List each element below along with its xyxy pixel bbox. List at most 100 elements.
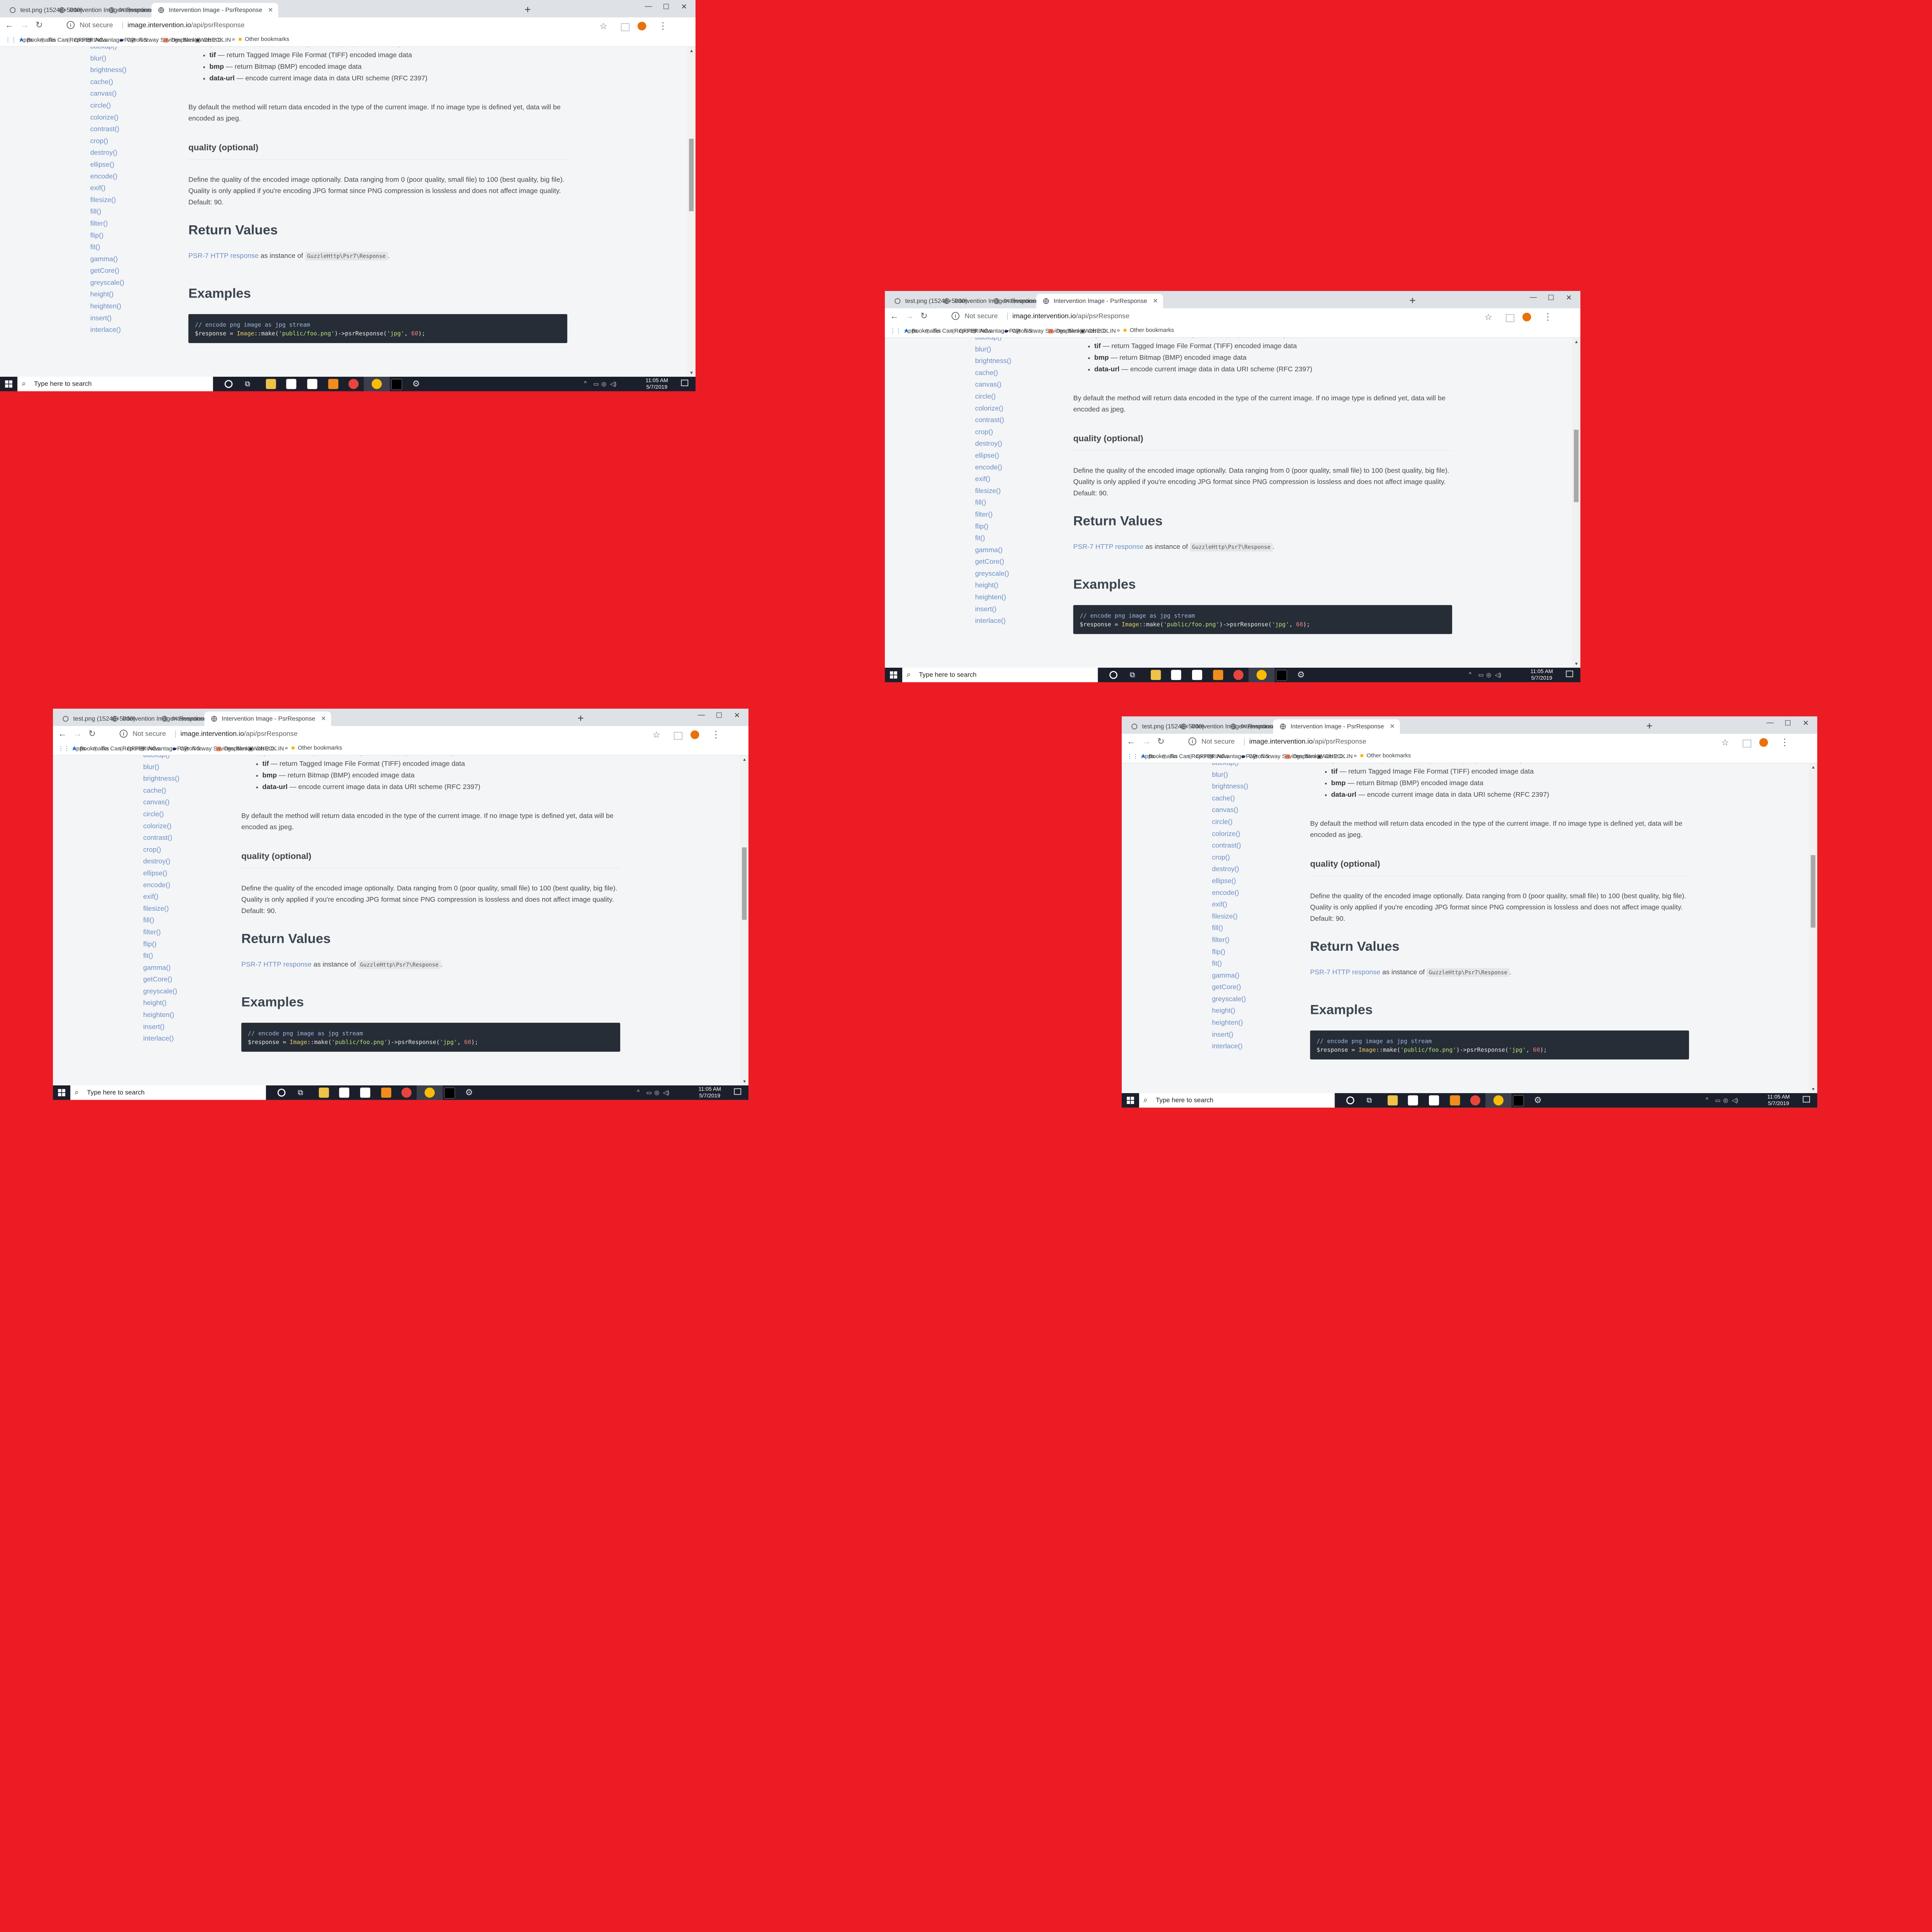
sidebar-method-link[interactable]: insert() [143,1021,179,1033]
sidebar-method-link[interactable]: contrast() [975,415,1011,427]
sidebar-method-link[interactable]: cache() [1212,793,1248,805]
mail-icon[interactable] [360,1087,371,1098]
sidebar-method-link[interactable]: ellipse() [975,450,1011,462]
minimize-icon[interactable]: — [645,2,652,11]
extension-icon[interactable] [673,732,683,740]
sidebar-method-link[interactable]: blur() [90,53,126,65]
system-clock[interactable]: 11:05 AM 5/7/2019 [1531,668,1553,682]
chrome-icon[interactable] [1256,670,1267,680]
sidebar-method-link[interactable]: getCore() [975,556,1011,568]
new-tab-button[interactable]: + [525,4,531,15]
profile-avatar-icon[interactable] [690,730,699,739]
sidebar-method-link[interactable]: destroy() [143,856,179,868]
close-tab-icon[interactable]: ✕ [1390,719,1395,734]
sidebar-method-link[interactable]: greyscale() [90,277,126,289]
battery-icon[interactable]: ▭ [594,380,599,388]
sidebar-method-link[interactable]: fit() [90,242,126,253]
sidebar-method-link[interactable]: filesize() [1212,911,1248,923]
address-bar[interactable]: i Not secure image.intervention.io/api/p… [114,728,668,740]
sidebar-method-link[interactable]: cache() [90,77,126,88]
sidebar-method-link[interactable]: greyscale() [1212,993,1248,1005]
sidebar-method-link[interactable]: colorize() [975,403,1011,415]
tab-psrresponse[interactable]: Intervention Image - PsrResponse ✕ [1036,294,1163,308]
scrollbar-thumb[interactable] [1574,430,1579,502]
sidebar-method-link[interactable]: insert() [1212,1029,1248,1041]
bookmarks-overflow-icon[interactable]: » [1117,327,1120,334]
sidebar-method-link[interactable]: interlace() [90,324,126,336]
other-bookmarks[interactable]: ■ Other bookmarks [1360,753,1411,759]
sidebar-method-link[interactable]: gamma() [90,253,126,265]
file-explorer-icon[interactable] [1388,1095,1398,1105]
bookmark-check-in[interactable]: ▣ CHECK IN [248,745,284,752]
sidebar-method-link[interactable]: exif() [975,474,1011,486]
bookmark-check-in[interactable]: ▣ CHECK IN [195,36,231,44]
sidebar-method-link[interactable]: insert() [90,313,126,325]
sidebar-method-link[interactable]: flip() [143,939,179,951]
other-bookmarks[interactable]: ■ Other bookmarks [238,36,289,43]
sidebar-method-link[interactable]: exif() [1212,899,1248,911]
scroll-down-arrow-icon[interactable]: ▼ [689,370,694,375]
sidebar-method-link[interactable]: circle() [90,100,126,112]
sidebar-method-link[interactable]: encode() [1212,887,1248,899]
notification-center-icon[interactable] [734,1088,742,1095]
app-icon[interactable] [1470,1095,1481,1105]
forward-arrow-icon[interactable]: → [20,20,29,31]
scrollbar-thumb[interactable] [1811,855,1816,928]
tab-psrresponse[interactable]: Intervention Image - PsrResponse ✕ [151,3,278,17]
sidebar-method-link[interactable]: gamma() [1212,970,1248,982]
sidebar-method-link[interactable]: canvas() [975,379,1011,391]
scroll-up-arrow-icon[interactable]: ▲ [742,757,747,762]
minimize-icon[interactable]: — [1530,293,1537,302]
sidebar-method-link[interactable]: gamma() [143,962,179,974]
sidebar-method-link[interactable]: blur() [143,761,179,773]
network-icon[interactable]: ◎ [1486,671,1491,679]
scroll-up-arrow-icon[interactable]: ▲ [689,48,694,53]
app-icon[interactable] [401,1087,412,1098]
sidebar-method-link[interactable]: brightness() [143,773,179,785]
sublime-text-icon[interactable] [1213,670,1223,680]
profile-avatar-icon[interactable] [638,22,646,31]
extension-icon[interactable] [1742,740,1752,748]
scroll-up-arrow-icon[interactable]: ▲ [1811,765,1815,770]
address-bar[interactable]: i Not secure image.intervention.io/api/p… [1182,736,1737,748]
forward-arrow-icon[interactable]: → [1142,737,1151,747]
sidebar-method-link[interactable]: canvas() [1212,804,1248,816]
task-view-icon[interactable]: ⧉ [1367,1095,1377,1105]
sidebar-method-link[interactable]: backup() [90,47,126,53]
terminal-icon[interactable] [1276,670,1287,681]
sidebar-method-link[interactable]: backup() [1212,763,1248,769]
menu-kebab-icon[interactable]: ⋮ [1780,737,1789,748]
sidebar-method-link[interactable]: filter() [1212,934,1248,946]
system-clock[interactable]: 11:05 AM 5/7/2019 [699,1086,721,1099]
scroll-up-arrow-icon[interactable]: ▲ [1574,339,1578,344]
sidebar-method-link[interactable]: brightness() [1212,781,1248,793]
sidebar-method-link[interactable]: exif() [143,891,179,903]
menu-kebab-icon[interactable]: ⋮ [1543,311,1552,323]
notification-center-icon[interactable] [1566,670,1573,677]
sidebar-method-link[interactable]: filesize() [975,485,1011,497]
info-icon[interactable]: i [119,730,128,738]
taskbar-search-box[interactable]: ⌕ Type here to search [70,1085,266,1100]
scrollbar-thumb[interactable] [742,847,747,920]
reload-icon[interactable]: ↻ [1157,737,1165,747]
sidebar-method-link[interactable]: backup() [975,338,1011,344]
sidebar-method-link[interactable]: greyscale() [975,568,1011,580]
sidebar-method-link[interactable]: height() [143,998,179,1010]
sidebar-method-link[interactable]: cache() [975,367,1011,379]
bookmark-check-in[interactable]: ▣ CHECK IN [1316,753,1352,760]
terminal-icon[interactable] [1513,1095,1524,1106]
tray-chevron-icon[interactable]: ^ [637,1089,639,1095]
file-explorer-icon[interactable] [266,379,276,389]
menu-kebab-icon[interactable]: ⋮ [711,729,720,740]
reload-icon[interactable]: ↻ [88,729,96,739]
store-icon[interactable] [1171,670,1181,680]
settings-app-icon[interactable]: ⚙ [1297,670,1307,680]
scroll-down-arrow-icon[interactable]: ▼ [1811,1087,1815,1092]
sidebar-method-link[interactable]: heighten() [975,592,1011,604]
sidebar-method-link[interactable]: crop() [975,426,1011,438]
mail-icon[interactable] [1429,1095,1439,1105]
bookmark-star-icon[interactable]: ☆ [653,730,660,740]
profile-avatar-icon[interactable] [1522,313,1531,321]
sidebar-method-link[interactable]: backup() [143,755,179,762]
windows-start-icon[interactable] [1127,1097,1134,1104]
